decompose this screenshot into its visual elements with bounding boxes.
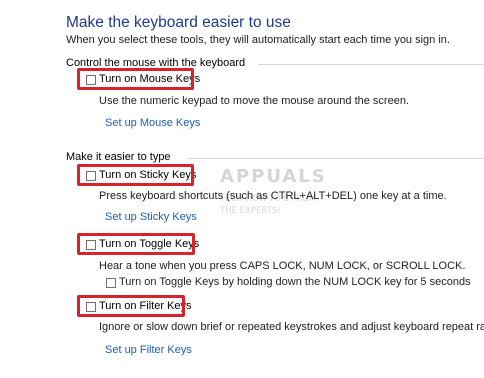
watermark-brand: APPUALS (220, 166, 327, 187)
filter-keys-label[interactable]: Turn on Filter Keys (99, 300, 192, 312)
toggle-keys-checkbox[interactable] (86, 240, 96, 250)
section-heading-mouse: Control the mouse with the keyboard (66, 57, 246, 69)
toggle-keys-numlock-checkbox[interactable] (106, 278, 116, 288)
mouse-keys-label[interactable]: Turn on Mouse Keys (99, 73, 200, 85)
sticky-keys-label[interactable]: Turn on Sticky Keys (99, 169, 196, 181)
setup-filter-keys-link[interactable]: Set up Filter Keys (105, 344, 192, 356)
section-divider (188, 158, 484, 159)
sticky-keys-checkbox[interactable] (86, 171, 96, 181)
mouse-keys-checkbox[interactable] (86, 75, 96, 85)
page-title: Make the keyboard easier to use (66, 14, 291, 31)
setup-sticky-keys-link[interactable]: Set up Sticky Keys (105, 211, 197, 223)
toggle-keys-numlock-label[interactable]: Turn on Toggle Keys by holding down the … (119, 276, 471, 288)
filter-keys-checkbox[interactable] (86, 302, 96, 312)
section-divider (258, 64, 484, 65)
setup-mouse-keys-link[interactable]: Set up Mouse Keys (105, 117, 200, 129)
toggle-keys-label[interactable]: Turn on Toggle Keys (99, 238, 199, 250)
sticky-keys-description: Press keyboard shortcuts (such as CTRL+A… (99, 190, 447, 202)
mouse-keys-description: Use the numeric keypad to move the mouse… (99, 95, 410, 107)
toggle-keys-description: Hear a tone when you press CAPS LOCK, NU… (99, 260, 466, 272)
section-heading-typing: Make it easier to type (66, 151, 171, 163)
page-subtitle: When you select these tools, they will a… (66, 34, 450, 46)
filter-keys-description: Ignore or slow down brief or repeated ke… (99, 321, 484, 333)
watermark-tagline: THE EXPERTS! (220, 206, 281, 216)
